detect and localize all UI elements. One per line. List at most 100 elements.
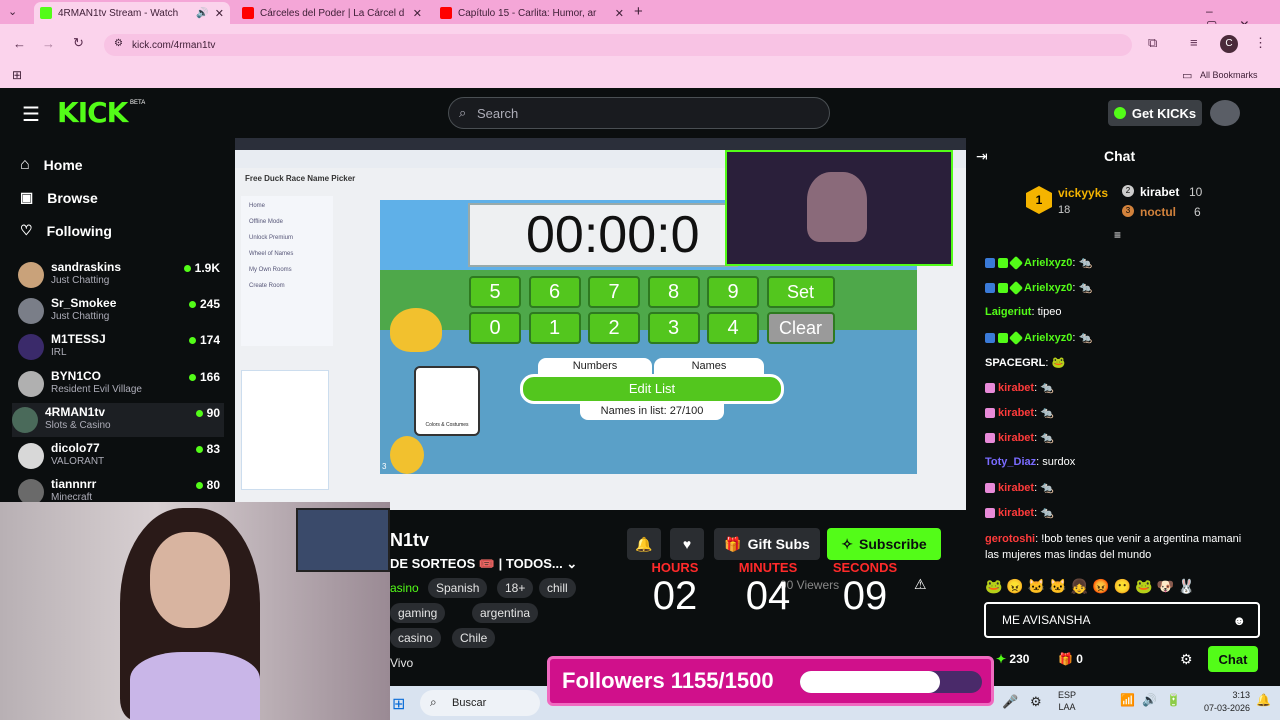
edit-list-button[interactable]: Edit List (520, 374, 784, 404)
stream-tag[interactable]: asino (390, 578, 427, 598)
sidebar-channel-sandraskins[interactable]: sandraskins Just Chatting 1.9K (18, 258, 224, 292)
chat-username[interactable]: kirabet (998, 432, 1034, 444)
close-icon[interactable]: ✕ (615, 7, 624, 20)
menu-item[interactable]: Offline Mode (249, 214, 325, 230)
apps-icon[interactable]: ⊞ (12, 68, 22, 82)
sidebar-channel-m1tessj[interactable]: M1TESSJ IRL 174 (18, 330, 224, 364)
keypad-key[interactable]: 3 (647, 312, 700, 344)
names-tab[interactable]: Names (654, 358, 764, 374)
keypad-key[interactable]: Set (766, 276, 835, 308)
follow-button[interactable]: ♥ (670, 528, 704, 560)
leader-3-name[interactable]: noctul (1140, 205, 1176, 219)
stream-tag[interactable]: casino (390, 628, 441, 648)
language-indicator[interactable]: ESP LAA (1058, 689, 1076, 713)
taskbar-search[interactable]: ⌕ Buscar (420, 690, 540, 716)
volume-icon[interactable]: 🔊 (1142, 693, 1157, 707)
notifications-icon[interactable]: 🔔 (1256, 693, 1271, 707)
keypad-key[interactable]: 6 (528, 276, 581, 308)
chat-username[interactable]: Arielxyz0 (1024, 257, 1072, 269)
report-icon[interactable]: ⚠ (914, 576, 927, 593)
settings-tray-icon[interactable]: ⚙ (1030, 694, 1042, 710)
kick-logo[interactable]: KICK (57, 96, 128, 129)
keypad-key[interactable]: 8 (647, 276, 700, 308)
wifi-icon[interactable]: 📶 (1120, 693, 1135, 707)
keypad-key[interactable]: 2 (588, 312, 640, 344)
keypad-key[interactable]: 5 (469, 276, 521, 308)
colors-costumes-card[interactable]: Colors & Costumes (414, 366, 480, 436)
gift-subs-button[interactable]: 🎁 Gift Subs (714, 528, 820, 560)
chat-username[interactable]: kirabet (998, 507, 1034, 519)
menu-item[interactable]: Unlock Premium (249, 230, 325, 246)
mic-icon[interactable]: 🎤 (1002, 694, 1018, 710)
menu-item[interactable]: Create Room (249, 278, 325, 294)
sidebar-channel-sr_smokee[interactable]: Sr_Smokee Just Chatting 245 (18, 294, 224, 328)
keypad-key[interactable]: 9 (707, 276, 759, 308)
chat-username[interactable]: Arielxyz0 (1024, 282, 1072, 294)
video-player[interactable]: Free Duck Race Name Picker Home Offline M… (235, 138, 966, 510)
leader-1-name[interactable]: vickyyks (1058, 186, 1108, 200)
nav-browse[interactable]: ▣ Browse (20, 189, 98, 206)
chat-username[interactable]: gerotoshi (985, 533, 1035, 545)
speaker-icon[interactable]: 🔊 (196, 8, 208, 19)
forward-icon[interactable]: → (42, 36, 55, 51)
tab-search-icon[interactable]: ⌄ (8, 5, 17, 18)
windows-start-icon[interactable]: ⊞ (392, 694, 405, 714)
battery-icon[interactable]: 🔋 (1166, 693, 1181, 707)
clock[interactable]: 3:13 07-03-2026 (1192, 689, 1250, 715)
chat-username[interactable]: SPACEGRL (985, 357, 1045, 369)
menu-kebab-icon[interactable]: ⋮ (1254, 35, 1267, 51)
stream-tag[interactable]: 18+ (497, 578, 534, 598)
sidebar-channel-byn1co[interactable]: BYN1CO Resident Evil Village 166 (18, 367, 224, 401)
hamburger-menu-icon[interactable]: ☰ (22, 102, 40, 127)
gifts-display[interactable]: 🎁 0 (1058, 652, 1083, 666)
search-input[interactable]: ⌕ Search (448, 97, 830, 129)
subscribe-button[interactable]: ✧ Subscribe (827, 528, 941, 560)
leader-2-name[interactable]: kirabet (1140, 185, 1179, 199)
chat-username[interactable]: kirabet (998, 407, 1034, 419)
keypad-key[interactable]: Clear (766, 312, 835, 344)
stream-tag[interactable]: argentina (472, 603, 539, 623)
chat-input[interactable]: ME AVISANSHA ☻ (984, 602, 1260, 638)
profile-avatar[interactable]: C (1220, 35, 1238, 53)
keypad-key[interactable]: 1 (528, 312, 581, 344)
user-avatar[interactable] (1210, 100, 1240, 126)
keypad-key[interactable]: 7 (588, 276, 640, 308)
chat-username[interactable]: kirabet (998, 382, 1034, 394)
chevron-down-icon[interactable]: ⌄ (566, 556, 577, 571)
site-info-icon[interactable]: ⚙ (114, 38, 123, 49)
tab-youtube-2[interactable]: Capítulo 15 - Carlita: Humor, ar ✕ (434, 2, 630, 24)
get-kicks-button[interactable]: Get KICKs (1108, 100, 1202, 126)
url-bar[interactable]: ⚙ kick.com/4rman1tv (104, 34, 1132, 56)
emoji-icon[interactable]: ☻ (1232, 613, 1246, 628)
stream-tag[interactable]: gaming (390, 603, 446, 623)
sidepanel-icon[interactable]: ≡ (1190, 35, 1198, 50)
chat-username[interactable]: Toty_Diaz (985, 456, 1036, 468)
tab-youtube-1[interactable]: Cárceles del Poder | La Cárcel d ✕ (236, 2, 428, 24)
all-bookmarks[interactable]: All Bookmarks (1200, 70, 1258, 80)
stream-tag[interactable]: Chile (452, 628, 496, 648)
extensions-icon[interactable]: ⧉ (1148, 35, 1157, 51)
nav-home[interactable]: ⌂ Home (20, 156, 83, 174)
channel-name[interactable]: N1tv (390, 530, 429, 551)
close-icon[interactable]: ✕ (413, 7, 422, 20)
reload-icon[interactable]: ↻ (73, 35, 84, 51)
back-icon[interactable]: ← (13, 36, 26, 51)
stream-tag[interactable]: chill (539, 578, 576, 598)
gear-icon[interactable]: ⚙ (1180, 651, 1193, 668)
stream-tag[interactable]: Spanish (428, 578, 488, 598)
chat-username[interactable]: Arielxyz0 (1024, 332, 1072, 344)
menu-item[interactable]: Wheel of Names (249, 246, 325, 262)
emote-row[interactable]: 🐸😠🐱🐱👧😡😶🐸🐶🐰 (985, 578, 1255, 596)
sidebar-channel-4rman1tv[interactable]: 4RMAN1tv Slots & Casino 90 (12, 402, 224, 437)
sidebar-channel-dicolo77[interactable]: dicolo77 VALORANT 83 (18, 439, 224, 473)
tab-kick[interactable]: 4RMAN1tv Stream - Watch 🔊 ✕ (34, 2, 230, 24)
keypad-key[interactable]: 0 (469, 312, 521, 344)
keypad-key[interactable]: 4 (707, 312, 759, 344)
nav-following[interactable]: ♡ Following (20, 222, 112, 239)
menu-item[interactable]: Home (249, 198, 325, 214)
chat-username[interactable]: kirabet (998, 482, 1034, 494)
stream-tag[interactable]: Vivo (390, 653, 421, 673)
notification-bell-button[interactable]: 🔔 (627, 528, 661, 560)
collapse-chat-icon[interactable]: ⇥ (976, 148, 988, 165)
filter-icon[interactable]: ≡ (1114, 228, 1121, 242)
